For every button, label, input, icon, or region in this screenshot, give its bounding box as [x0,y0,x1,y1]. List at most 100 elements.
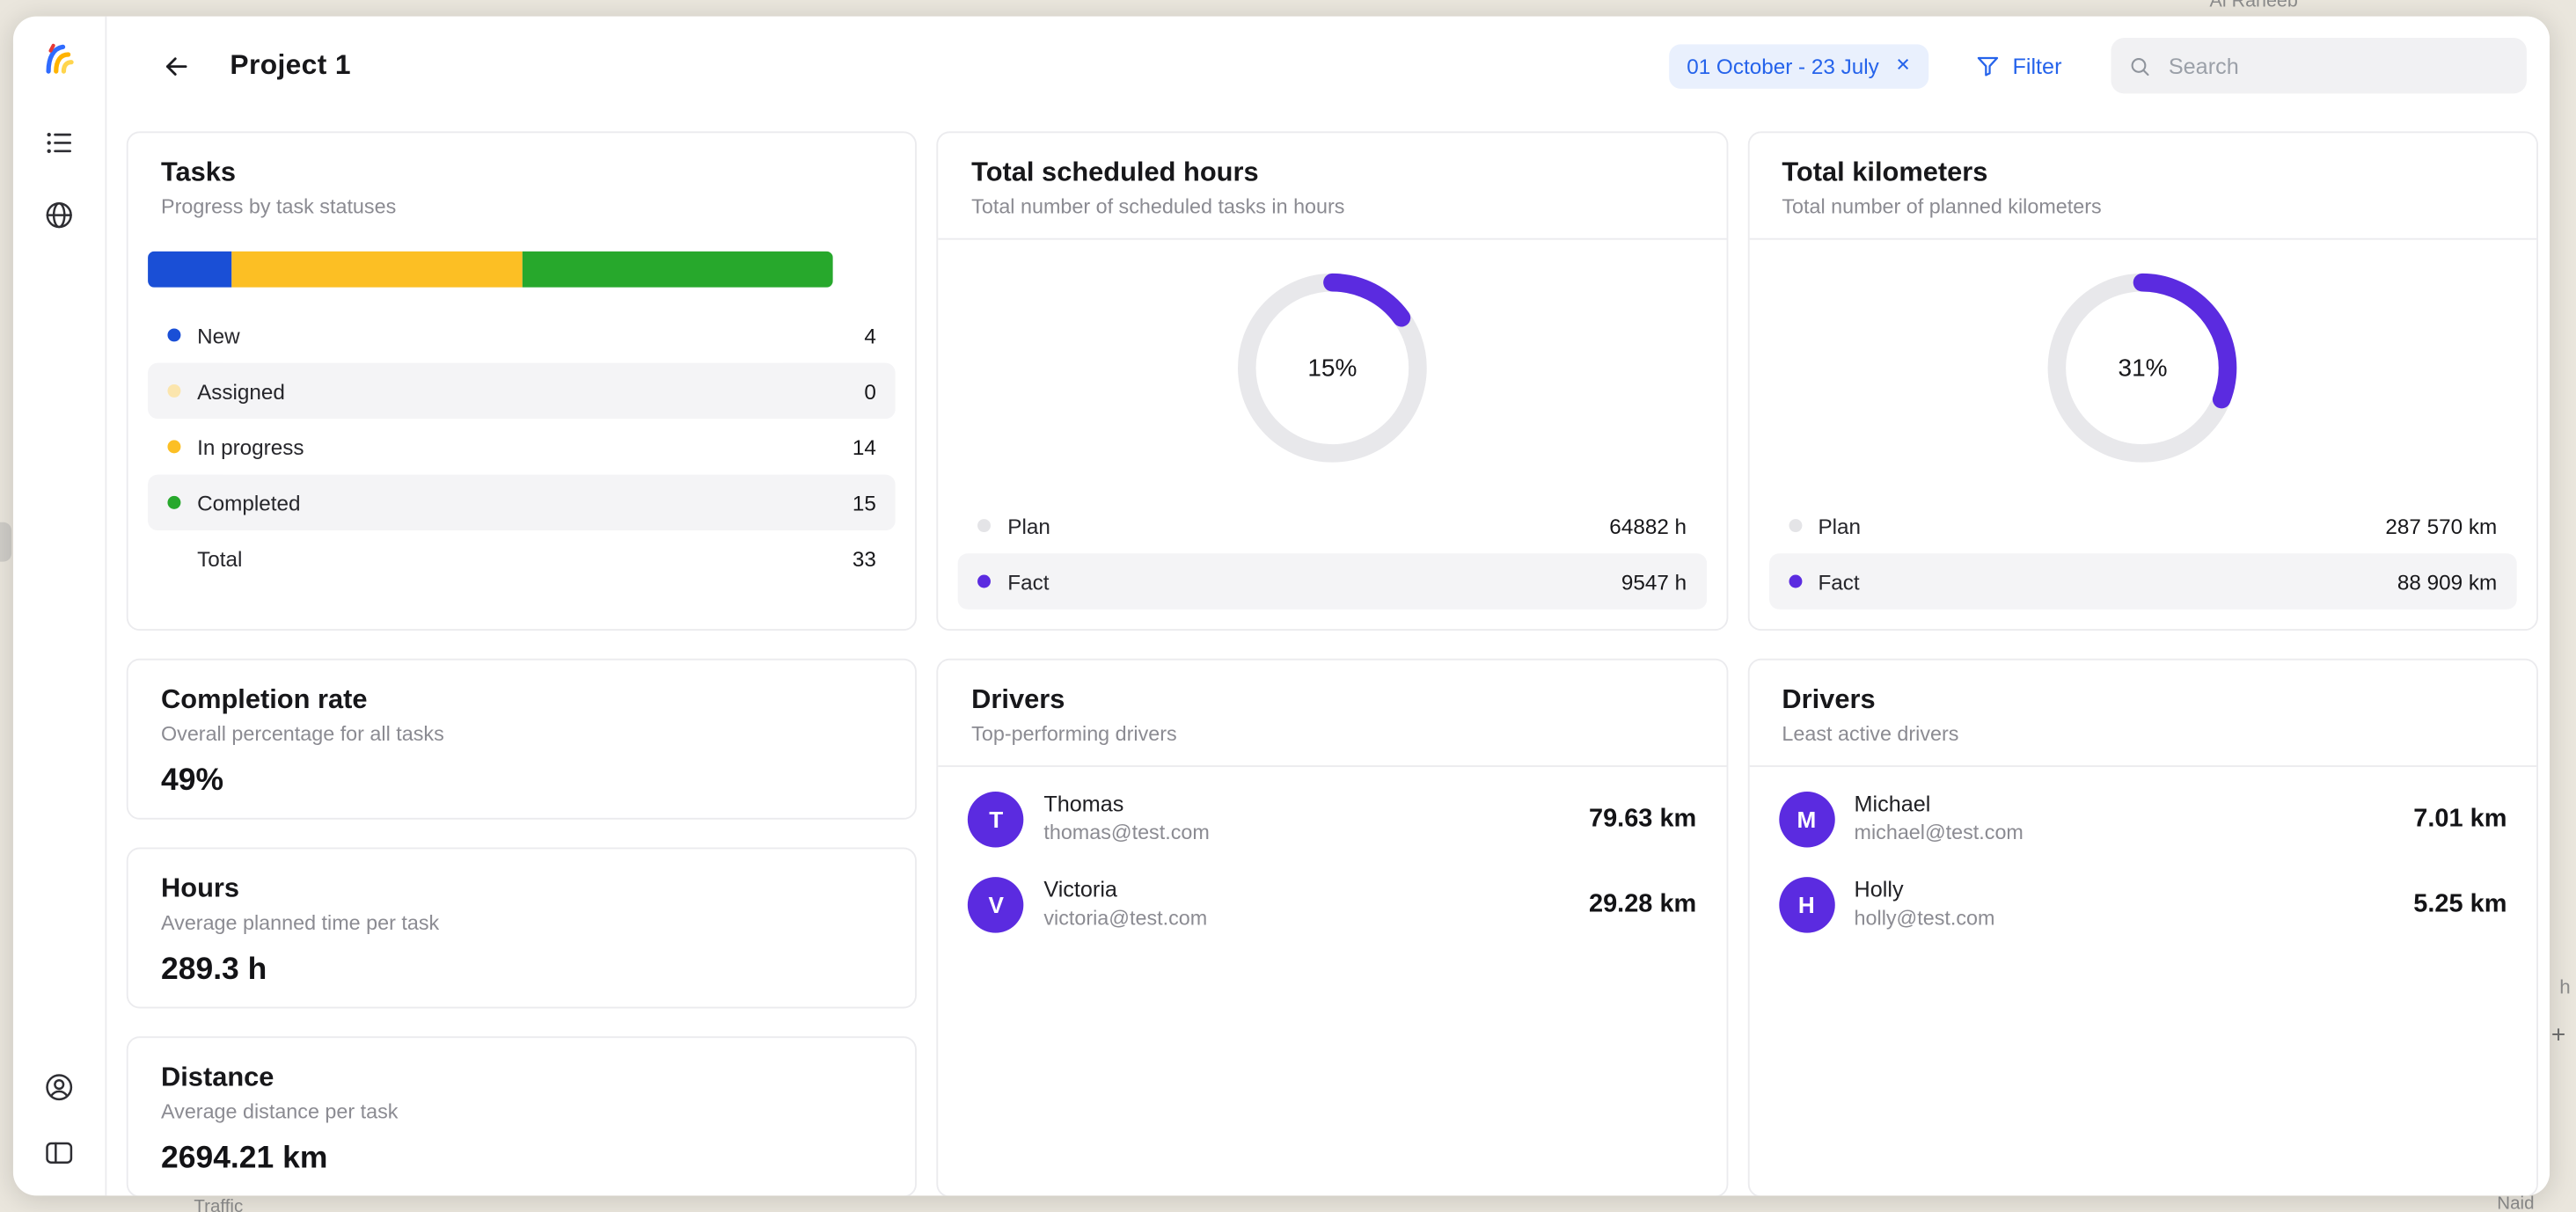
clear-date-icon[interactable]: ✕ [1895,56,1910,75]
list-item: Completed 15 [148,475,896,530]
avatar: T [968,792,1023,847]
dashboard-grid: Tasks Progress by task statuses [106,115,2550,1196]
date-range-label: 01 October - 23 July [1687,54,1879,78]
card-subtitle: Average distance per task [161,1100,882,1123]
hours-value: 289.3 h [161,953,882,989]
distance-value: 2694.21 km [161,1142,882,1178]
driver-name: Thomas [1043,792,1209,821]
map-zoom-plus-fragment: + [2551,1021,2565,1049]
task-list-icon[interactable] [41,125,77,161]
column-3: Total kilometers Total number of planned… [1747,131,2538,1195]
app-window: Project 1 01 October - 23 July ✕ Filter [13,17,2550,1196]
card-subtitle: Overall percentage for all tasks [161,723,882,746]
legend-row-plan: Plan 287 570 km [1768,498,2516,553]
kilometers-donut: 31% [2045,271,2239,464]
card-subtitle: Top-performing drivers [971,723,1693,746]
kilometers-legend: Plan 287 570 km Fact 88 909 km [1768,498,2516,610]
status-label: Completed [197,490,300,515]
driver-row[interactable]: H Holly holly@test.com 5.25 km [1749,862,2536,947]
collapse-sidebar-icon[interactable] [41,1135,77,1171]
status-label: Assigned [197,378,285,403]
driver-email: michael@test.com [1855,820,2023,846]
map-globe-icon[interactable] [41,197,77,233]
total-kilometers-card: Total kilometers Total number of planned… [1747,131,2538,631]
status-label: In progress [197,434,304,459]
driver-distance: 7.01 km [2413,805,2506,835]
app-logo[interactable] [37,36,81,80]
card-title: Hours [161,873,882,904]
task-status-list: New 4 Assigned 0 In progress [148,307,896,586]
map-label: h [2559,975,2570,998]
plan-dot [1789,519,1802,532]
top-drivers-card: Drivers Top-performing drivers T Thomas … [937,659,1728,1196]
completion-rate-value: 49% [161,763,882,799]
map-label: Traffic [194,1197,243,1212]
date-range-filter[interactable]: 01 October - 23 July ✕ [1669,43,1929,87]
driver-name: Victoria [1043,878,1207,906]
total-count: 33 [853,546,876,571]
list-item: New 4 [148,307,896,362]
status-count: 15 [853,490,876,515]
fact-dot [1789,575,1802,588]
task-status-stacked-bar [148,252,833,288]
card-title: Tasks [161,157,882,188]
page-header: Project 1 01 October - 23 July ✕ Filter [106,17,2550,115]
account-icon[interactable] [41,1070,77,1106]
legend-label: Plan [1007,514,1050,538]
screen: Al Raheeb Naid Traffic + h [0,0,2576,1212]
search-box[interactable] [2111,38,2526,93]
column-2: Total scheduled hours Total number of sc… [937,131,1728,1195]
driver-name: Holly [1855,878,1995,906]
legend-value: 287 570 km [2385,514,2497,538]
page-title: Project 1 [230,49,350,82]
driver-name: Michael [1855,792,2023,821]
card-title: Total scheduled hours [971,157,1693,188]
legend-value: 64882 h [1609,514,1687,538]
card-subtitle: Average planned time per task [161,911,882,934]
bar-segment-in-progress [231,252,523,288]
filter-button[interactable]: Filter [1965,51,2071,81]
driver-distance: 29.28 km [1589,890,1696,920]
donut-percent: 31% [2045,271,2239,464]
legend-label: Fact [1818,569,1859,594]
card-subtitle: Total number of scheduled tasks in hours [971,195,1693,218]
legend-row-fact: Fact 9547 h [958,553,1706,609]
legend-value: 88 909 km [2397,569,2497,594]
avatar: M [1779,792,1834,847]
driver-email: victoria@test.com [1043,905,1207,931]
search-input[interactable] [2165,52,2510,80]
driver-email: holly@test.com [1855,905,1995,931]
status-count: 14 [853,434,876,459]
driver-list: M Michael michael@test.com 7.01 km H [1749,777,2536,947]
map-edge-handle[interactable] [0,522,11,562]
scheduled-hours-legend: Plan 64882 h Fact 9547 h [958,498,1706,610]
status-count: 4 [864,323,876,347]
bar-segment-completed [522,252,833,288]
driver-list: T Thomas thomas@test.com 79.63 km V [939,777,1726,947]
status-dot [167,328,180,341]
driver-distance: 79.63 km [1589,805,1696,835]
legend-label: Fact [1007,569,1049,594]
sidebar [13,17,106,1196]
driver-row[interactable]: M Michael michael@test.com 7.01 km [1749,777,2536,862]
card-subtitle: Least active drivers [1782,723,2503,746]
scheduled-hours-donut: 15% [1235,271,1429,464]
driver-email: thomas@test.com [1043,820,1209,846]
map-label: Al Raheeb [2210,0,2298,11]
filter-label: Filter [2012,54,2061,78]
list-item: In progress 14 [148,419,896,474]
legend-label: Plan [1818,514,1861,538]
back-button[interactable] [161,49,194,82]
sidebar-bottom [41,1070,77,1172]
driver-row[interactable]: V Victoria victoria@test.com 29.28 km [939,862,1726,947]
legend-row-plan: Plan 64882 h [958,498,1706,553]
total-row: Total 33 [148,530,896,586]
status-count: 0 [864,378,876,403]
card-title: Completion rate [161,685,882,716]
status-label: New [197,323,240,347]
map-label: Naid [2497,1194,2534,1212]
bar-segment-new [148,252,231,288]
driver-row[interactable]: T Thomas thomas@test.com 79.63 km [939,777,1726,862]
scheduled-hours-card: Total scheduled hours Total number of sc… [937,131,1728,631]
completion-rate-card: Completion rate Overall percentage for a… [127,659,918,820]
